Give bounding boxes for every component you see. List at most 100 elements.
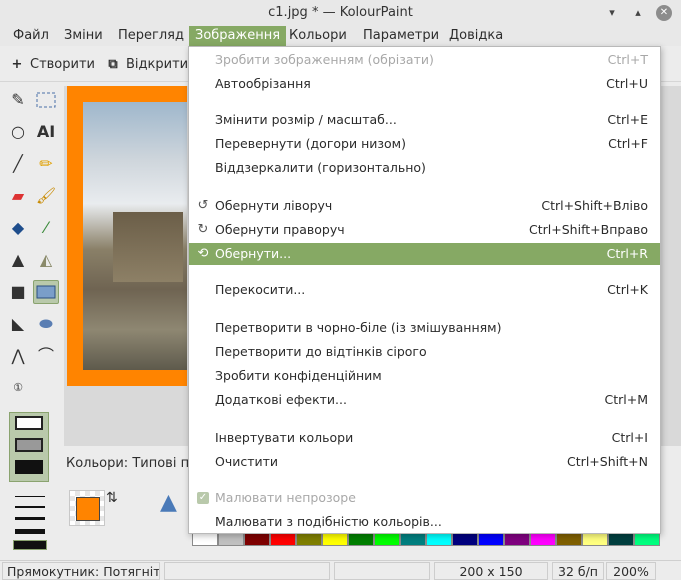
status-image-size: 200 x 150 — [434, 562, 548, 580]
rotate-left-icon: ↺ — [197, 198, 209, 213]
foreground-color[interactable] — [76, 497, 100, 521]
fill-only-option[interactable] — [15, 460, 43, 474]
text-tool-icon[interactable]: AI — [33, 120, 59, 144]
color-eraser-icon[interactable]: ◭ — [33, 248, 59, 272]
rotate-right-icon: ↻ — [197, 222, 209, 237]
photo-castle — [113, 212, 183, 282]
foreground-background-color[interactable] — [69, 490, 105, 526]
outline-only-option[interactable] — [15, 416, 43, 430]
image-menu-item-label: Зробити конфіденційним — [215, 368, 382, 383]
menu-settings[interactable]: Параметри — [357, 26, 445, 46]
image-menu-item[interactable]: Інвертувати кольори Ctrl+I — [189, 427, 660, 449]
zoom-1to1-icon[interactable]: ① — [5, 376, 31, 400]
image-menu-item-label: Малювати з подібністю кольорів... — [215, 514, 442, 529]
image-menu-dropdown: Зробити зображенням (обрізати) Ctrl+T Авто… — [188, 46, 661, 534]
image-menu-item-shortcut: Ctrl+R — [606, 246, 648, 261]
outline-fill-option[interactable] — [15, 438, 43, 452]
ellipse-select-icon[interactable]: ○ — [5, 120, 31, 144]
menu-image[interactable]: Зображення — [189, 26, 287, 46]
new-button[interactable]: + Створити — [10, 54, 95, 76]
image-menu-item-shortcut: Ctrl+E — [607, 112, 648, 127]
image-menu-item[interactable]: Перевернути (догори низом) Ctrl+F — [189, 133, 660, 155]
image-menu-item[interactable]: ↻ Обернути праворуч Ctrl+Shift+Вправо — [189, 219, 660, 241]
image-menu-item-label: Додаткові ефекти... — [215, 392, 347, 407]
image-menu-item[interactable]: Малювати з подібністю кольорів... — [189, 511, 660, 533]
spraycan-icon[interactable]: ▲ — [5, 248, 31, 272]
color-similarity-icon[interactable]: ▲ — [160, 490, 177, 515]
color-picker-icon[interactable]: ⁄ — [33, 216, 59, 240]
status-cursor-pos — [164, 562, 330, 580]
image-menu-item[interactable]: Зробити конфіденційним — [189, 365, 660, 387]
image-menu-item[interactable]: Очистити Ctrl+Shift+N — [189, 451, 660, 473]
pencil-icon[interactable]: ✏ — [33, 152, 59, 176]
image-menu-item-shortcut: Ctrl+Shift+Вправо — [529, 222, 648, 237]
free-select-icon[interactable]: ✎ — [5, 88, 31, 112]
image-menu-item: Зробити зображенням (обрізати) Ctrl+T — [189, 49, 660, 71]
rectangle-icon[interactable]: ■ — [5, 280, 31, 304]
ellipse-icon[interactable]: ⬬ — [33, 312, 59, 336]
curve-icon[interactable]: ⌒ — [33, 344, 59, 368]
title-bar: c1.jpg * — KolourPaint ▾ ▴ ✕ — [0, 0, 681, 26]
polygon-icon[interactable]: ◣ — [5, 312, 31, 336]
rotate-icon: ⟲ — [197, 246, 209, 261]
image-menu-item-label: Малювати непрозоре — [215, 490, 356, 505]
close-icon[interactable]: ✕ — [656, 5, 672, 21]
image-menu-item[interactable]: Додаткові ефекти... Ctrl+M — [189, 389, 660, 411]
image-menu-item[interactable]: Віддзеркалити (горизонтально) — [189, 157, 660, 179]
image-menu-item[interactable]: ↺ Обернути ліворуч Ctrl+Shift+Вліво — [189, 195, 660, 217]
checkbox-checked-icon: ✓ — [197, 492, 209, 504]
image-menu-item-label: Обернути... — [215, 246, 292, 261]
image-menu-item-label: Обернути ліворуч — [215, 198, 333, 213]
open-file-icon: ⧉ — [108, 57, 118, 72]
status-selection — [334, 562, 430, 580]
image-menu-item[interactable]: Перетворити в чорно-біле (із змішуванням… — [189, 317, 660, 339]
menu-edit[interactable]: Зміни — [58, 26, 109, 46]
fill-style-selector[interactable] — [9, 412, 49, 482]
rounded-rect-icon[interactable] — [33, 280, 59, 304]
status-color-depth: 32 б/п — [552, 562, 604, 580]
image-menu-item-shortcut: Ctrl+Shift+Вліво — [541, 198, 648, 213]
image-menu-item-label: Інвертувати кольори — [215, 430, 354, 445]
line-tool-icon[interactable]: ╱ — [5, 152, 31, 176]
eraser-icon[interactable]: ▰ — [5, 184, 31, 208]
image-menu-item[interactable]: Автообрізання Ctrl+U — [189, 73, 660, 95]
photo-content — [83, 102, 187, 370]
image-menu-item-label: Перевернути (догори низом) — [215, 136, 406, 151]
colors-label: Кольори: Типові пар — [66, 456, 206, 471]
image-menu-item-label: Перетворити до відтінків сірого — [215, 344, 427, 359]
image-menu-item-label: Перекосити... — [215, 282, 306, 297]
brush-icon[interactable]: 🖌 — [33, 184, 59, 208]
image-menu-item-label: Перетворити в чорно-біле (із змішуванням… — [215, 320, 502, 335]
open-button[interactable]: ⧉ Відкрити... — [106, 54, 200, 76]
image-menu-item[interactable]: Змінити розмір / масштаб... Ctrl+E — [189, 109, 660, 131]
tool-panel: ✎ ○ AI ╱ ✏ ▰ 🖌 ◆ ⁄ ▲ ◭ ■ ◣ ⬬ ⋀ ⌒ ① — [0, 86, 62, 556]
image-menu-item[interactable]: Перекосити... Ctrl+K — [189, 279, 660, 301]
new-button-label: Створити — [30, 57, 95, 72]
status-zoom: 200% — [606, 562, 656, 580]
minimize-icon[interactable]: ▾ — [604, 5, 620, 21]
image-menu-item-shortcut: Ctrl+T — [607, 52, 648, 67]
fill-bucket-icon[interactable]: ◆ — [5, 216, 31, 240]
menu-view[interactable]: Перегляд — [112, 26, 190, 46]
image-menu-item-label: Очистити — [215, 454, 279, 469]
image-menu-item-shortcut: Ctrl+Shift+N — [567, 454, 648, 469]
line-width-selector[interactable] — [9, 486, 49, 556]
menu-file[interactable]: Файл — [7, 26, 55, 46]
plus-icon: + — [11, 57, 23, 72]
image-menu-item-label: Зробити зображенням (обрізати) — [215, 52, 434, 67]
menu-help[interactable]: Довідка — [443, 26, 509, 46]
image-menu-item-label: Віддзеркалити (горизонтально) — [215, 160, 426, 175]
image-menu-item[interactable]: ⟲ Обернути... Ctrl+R — [189, 243, 660, 265]
swap-colors-icon[interactable]: ⇅ — [106, 490, 118, 506]
rect-select-icon[interactable] — [33, 88, 59, 112]
image-canvas[interactable] — [67, 86, 187, 386]
status-bar: Прямокутник: Потягніт... 200 x 150 32 б/… — [0, 560, 681, 580]
menu-colors[interactable]: Кольори — [283, 26, 353, 46]
image-menu-item[interactable]: Перетворити до відтінків сірого — [189, 341, 660, 363]
image-menu-item-shortcut: Ctrl+K — [607, 282, 648, 297]
maximize-icon[interactable]: ▴ — [630, 5, 646, 21]
image-menu-item-shortcut: Ctrl+I — [611, 430, 648, 445]
image-menu-item-shortcut: Ctrl+F — [608, 136, 648, 151]
polyline-icon[interactable]: ⋀ — [5, 344, 31, 368]
image-menu-item-shortcut: Ctrl+M — [604, 392, 649, 407]
